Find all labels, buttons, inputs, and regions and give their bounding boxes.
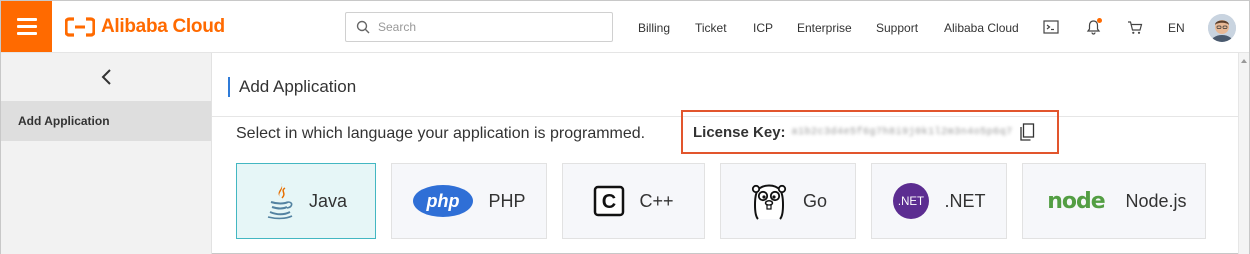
terminal-icon[interactable] — [1042, 18, 1060, 36]
license-key-highlight: License Key: a1b2c3d4e5f6g7h8i9j0k1l2m3n… — [681, 110, 1059, 154]
notification-badge — [1097, 18, 1102, 23]
search-box[interactable] — [345, 12, 613, 42]
language-card-dotnet[interactable]: .NET .NET — [871, 163, 1007, 239]
top-navigation-bar: Alibaba Cloud Billing Ticket ICP Enterpr… — [1, 1, 1249, 53]
nav-alibaba-cloud[interactable]: Alibaba Cloud — [944, 21, 1019, 35]
language-card-php[interactable]: php PHP — [391, 163, 547, 239]
search-input[interactable] — [378, 20, 598, 34]
language-switcher[interactable]: EN — [1168, 21, 1185, 35]
scroll-up-arrow-icon[interactable] — [1241, 59, 1247, 63]
menu-line — [16, 25, 37, 28]
svg-text:php: php — [426, 191, 460, 211]
sidebar: Add Application — [1, 53, 212, 254]
license-key-value: a1b2c3d4e5f6g7h8i9j0k1l2m3n4o5p6q7 — [791, 126, 1013, 138]
language-label-go: Go — [802, 190, 827, 211]
cpp-icon: C — [593, 185, 625, 217]
alibaba-cloud-logo[interactable]: Alibaba Cloud — [65, 15, 225, 39]
language-label-cpp: C++ — [639, 190, 674, 211]
title-accent-bar — [228, 77, 230, 97]
main-content: Add Application Select in which language… — [212, 53, 1238, 254]
collapse-sidebar-chevron-left-icon[interactable] — [97, 67, 117, 87]
language-card-nodejs[interactable]: node Node.js — [1022, 163, 1206, 239]
nav-icp[interactable]: ICP — [753, 21, 773, 35]
copy-icon[interactable] — [1019, 123, 1035, 141]
cart-icon[interactable] — [1126, 18, 1144, 36]
language-card-cpp[interactable]: C C++ — [562, 163, 705, 239]
sidebar-item-add-application[interactable]: Add Application — [1, 101, 211, 141]
language-prompt: Select in which language your applicatio… — [236, 125, 646, 142]
language-label-php: PHP — [488, 190, 526, 211]
nav-enterprise[interactable]: Enterprise — [797, 21, 852, 35]
search-icon — [356, 20, 370, 34]
nav-ticket[interactable]: Ticket — [695, 21, 727, 35]
nodejs-icon: node — [1041, 186, 1111, 216]
language-prompt-row: Select in which language your applicatio… — [236, 123, 645, 145]
nav-billing[interactable]: Billing — [638, 21, 670, 35]
language-card-java[interactable]: Java — [236, 163, 376, 239]
menu-line — [16, 32, 37, 35]
brand-name: Alibaba Cloud — [101, 16, 225, 37]
menu-line — [16, 18, 37, 21]
page-header: Add Application — [228, 77, 356, 97]
java-icon — [265, 181, 295, 221]
language-label-dotnet: .NET — [944, 190, 986, 211]
svg-text:node: node — [1048, 189, 1106, 214]
page-title: Add Application — [239, 77, 357, 96]
language-label-java: Java — [308, 190, 348, 211]
license-key-label: License Key: — [693, 123, 786, 141]
svg-text:C: C — [602, 191, 616, 213]
nav-support[interactable]: Support — [876, 21, 918, 35]
go-gopher-icon — [749, 181, 789, 221]
notification-bell-icon[interactable] — [1084, 18, 1102, 36]
language-label-nodejs: Node.js — [1125, 190, 1187, 211]
dotnet-icon: .NET — [892, 182, 930, 220]
vertical-scrollbar[interactable] — [1238, 53, 1249, 254]
alibaba-logo-icon — [65, 17, 95, 37]
language-card-go[interactable]: Go — [720, 163, 856, 239]
svg-text:.NET: .NET — [898, 196, 924, 208]
user-avatar[interactable] — [1208, 14, 1236, 42]
php-icon: php — [412, 184, 474, 218]
hamburger-menu-button[interactable] — [1, 1, 52, 52]
